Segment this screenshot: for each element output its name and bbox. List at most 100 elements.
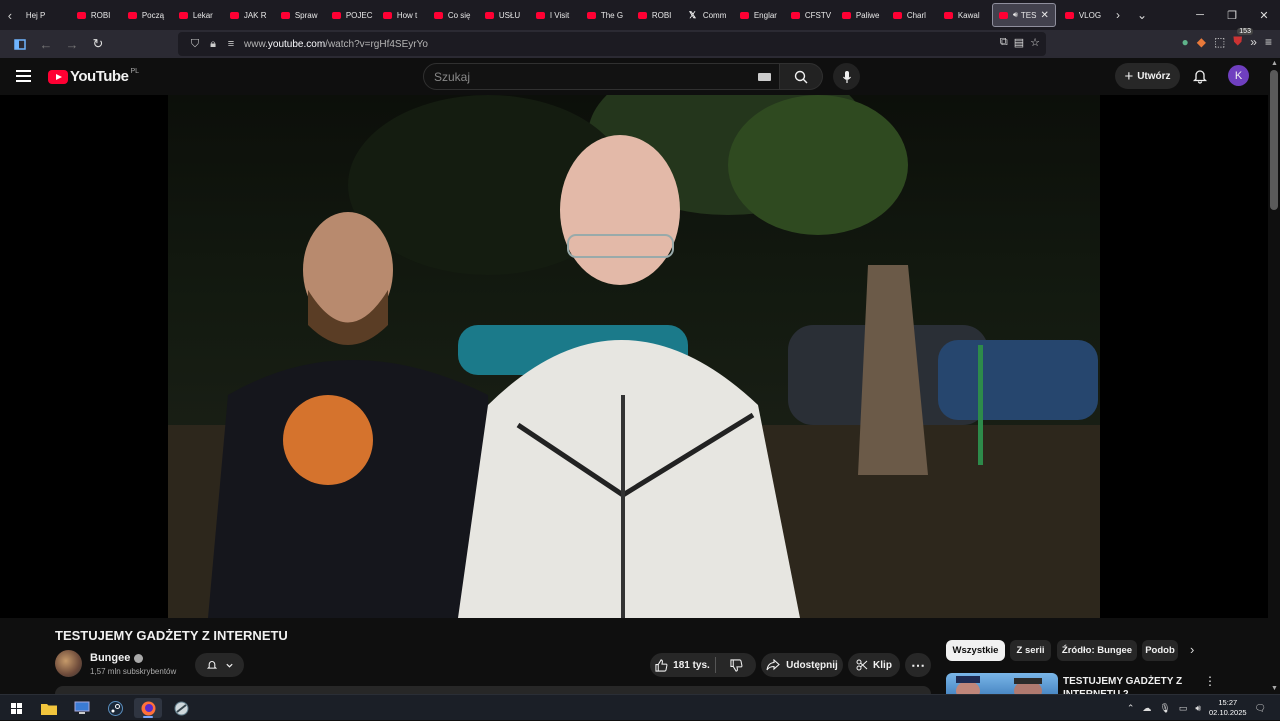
url-text[interactable]: www.youtube.com/watch?v=rgHf4SEyrYo — [244, 39, 428, 50]
filter-chip[interactable]: Źródło: Bungee — [1057, 640, 1137, 661]
browser-tab[interactable]: How t — [377, 0, 428, 30]
tray-overflow-chevron-icon[interactable]: ⌃ — [1127, 703, 1135, 714]
browser-tab[interactable]: POJEC — [326, 0, 377, 30]
browser-tab[interactable]: Spraw — [275, 0, 326, 30]
account-avatar[interactable]: K — [1228, 65, 1249, 86]
tab-label: Charl — [906, 10, 926, 20]
browser-tab[interactable]: Hej P — [20, 0, 71, 30]
tab-label: Englar — [753, 10, 777, 20]
vpn-extension-icon[interactable]: ● — [1181, 35, 1188, 49]
tab-audio-speaker-icon[interactable]: 🔊︎ — [1013, 10, 1018, 20]
browser-tab[interactable]: USŁU — [479, 0, 530, 30]
dislike-button[interactable] — [716, 653, 756, 677]
channel-avatar[interactable] — [55, 650, 82, 677]
reader-view-icon[interactable]: ▤ — [1014, 36, 1024, 49]
scrollbar-thumb[interactable] — [1270, 70, 1278, 210]
guide-menu-icon[interactable] — [16, 70, 31, 82]
notifications-subscribed-button[interactable] — [195, 653, 244, 677]
video-player[interactable] — [0, 95, 1268, 618]
notifications-bell-icon[interactable] — [1190, 66, 1210, 86]
keyboard-icon[interactable] — [758, 73, 771, 81]
browser-tab[interactable]: JAK R — [224, 0, 275, 30]
ublock-extension-icon[interactable]: ⛊ 153 — [1233, 28, 1253, 49]
more-horizontal-icon: ⋯ — [911, 656, 925, 673]
permissions-icon[interactable]: ≡ — [222, 38, 240, 50]
search-button[interactable] — [780, 63, 823, 90]
onedrive-cloud-icon[interactable]: ☁ — [1142, 703, 1151, 714]
start-button[interactable] — [2, 698, 30, 718]
picture-in-picture-icon[interactable]: ⧉ — [1000, 36, 1008, 49]
page-scrollbar[interactable]: ▲ ▼ — [1268, 58, 1280, 694]
browser-tab[interactable]: 𝕏 Comm — [683, 0, 734, 30]
youtube-logo[interactable]: YouTube PL — [48, 68, 139, 85]
sidebar-toggle-icon[interactable] — [8, 32, 32, 56]
filter-chip[interactable]: Podob — [1142, 640, 1178, 661]
browser-tab[interactable]: Począ — [122, 0, 173, 30]
up-next-thumbnail[interactable] — [946, 673, 1058, 694]
address-bar[interactable]: ⛉ 🔒︎ ≡ www.youtube.com/watch?v=rgHf4SEyr… — [178, 32, 1046, 56]
restore-icon[interactable]: ❐ — [1216, 9, 1248, 22]
clip-button[interactable]: Klip — [848, 653, 900, 677]
clock[interactable]: 15:27 02.10.2025 — [1209, 698, 1247, 718]
browser-tab[interactable]: ROBI — [632, 0, 683, 30]
browser-tab[interactable]: Co się — [428, 0, 479, 30]
fox-extension-icon[interactable]: ◆ — [1197, 35, 1206, 49]
like-button[interactable]: 181 tys. — [650, 653, 715, 677]
lock-icon[interactable]: 🔒︎ — [204, 38, 222, 51]
microphone-tray-icon[interactable]: 🎙︎ — [1159, 703, 1170, 714]
create-button[interactable]: + Utwórz — [1115, 63, 1180, 89]
tab-close-icon[interactable]: ✕ — [1040, 10, 1048, 21]
volume-icon[interactable]: 🔊︎ — [1195, 703, 1201, 714]
share-button[interactable]: Udostępnij — [761, 653, 843, 677]
chevron-down-icon — [226, 663, 233, 668]
up-next-title[interactable]: TESTUJEMY GADŻETY Z INTERNETU 2 — [1063, 675, 1193, 694]
extensions-puzzle-icon[interactable]: ⬚ — [1214, 35, 1225, 49]
filter-chip[interactable]: Z serii — [1010, 640, 1051, 661]
filter-chip[interactable]: Wszystkie — [946, 640, 1005, 661]
tab-list: Hej P ROBI Począ Lekar JAK R Spraw POJEC How t C… — [20, 0, 1106, 30]
browser-tab[interactable]: Englar — [734, 0, 785, 30]
channel-name-link[interactable]: Bungee — [90, 652, 144, 664]
scroll-up-arrow-icon[interactable]: ▲ — [1271, 60, 1278, 67]
back-icon[interactable]: ← — [34, 32, 58, 56]
search-placeholder: Szukaj — [434, 69, 471, 84]
browser-tab[interactable]: Paliwe — [836, 0, 887, 30]
chips-next-chevron-icon[interactable]: › — [1190, 642, 1194, 657]
tab-scroll-left-icon[interactable]: ‹ — [0, 0, 20, 30]
steam-icon[interactable] — [101, 698, 129, 718]
search-input[interactable]: Szukaj — [423, 63, 780, 90]
close-window-icon[interactable]: ✕ — [1248, 9, 1280, 22]
notifications-center-icon[interactable]: 🗨︎ — [1255, 703, 1266, 714]
voice-search-button[interactable] — [833, 63, 860, 90]
browser-tab[interactable]: ROBI — [71, 0, 122, 30]
description-box[interactable] — [55, 686, 931, 694]
firefox-icon[interactable] — [134, 698, 162, 718]
browser-tab[interactable]: CFSTV — [785, 0, 836, 30]
bookmark-star-icon[interactable]: ☆ — [1030, 36, 1040, 49]
forward-icon[interactable]: → — [60, 32, 84, 56]
file-explorer-icon[interactable] — [35, 698, 63, 718]
overflow-chevron-icon[interactable]: » — [1250, 35, 1257, 49]
browser-tab[interactable]: VLOG — [1059, 0, 1106, 30]
app-shortcut-icon[interactable] — [167, 698, 195, 718]
computer-app-icon[interactable] — [68, 698, 96, 718]
youtube-favicon-icon — [382, 11, 392, 19]
tab-scroll-right-icon[interactable]: › — [1106, 8, 1130, 22]
urlbar-actions: ⧉ ▤ ☆ — [1000, 36, 1040, 49]
browser-tab[interactable]: I Visit — [530, 0, 581, 30]
browser-tab[interactable]: Charl — [887, 0, 938, 30]
browser-tab[interactable]: Lekar — [173, 0, 224, 30]
browser-tab[interactable]: The G — [581, 0, 632, 30]
tracking-shield-icon[interactable]: ⛉ — [186, 38, 204, 51]
minimize-icon[interactable]: ─ — [1184, 9, 1216, 22]
app-menu-icon[interactable]: ≡ — [1265, 35, 1272, 49]
scroll-down-arrow-icon[interactable]: ▼ — [1271, 685, 1278, 692]
up-next-more-icon[interactable]: ⋮ — [1204, 674, 1216, 688]
tab-label: Co się — [447, 10, 471, 20]
network-icon[interactable]: ▭ — [1179, 703, 1188, 714]
more-actions-button[interactable]: ⋯ — [905, 653, 931, 677]
reload-icon[interactable]: ↻ — [86, 32, 110, 56]
list-all-tabs-icon[interactable]: ⌄ — [1130, 8, 1154, 22]
tab-active[interactable]: 🔊︎ TES ✕ — [991, 3, 1056, 27]
browser-tab[interactable]: Kawal — [938, 0, 989, 30]
